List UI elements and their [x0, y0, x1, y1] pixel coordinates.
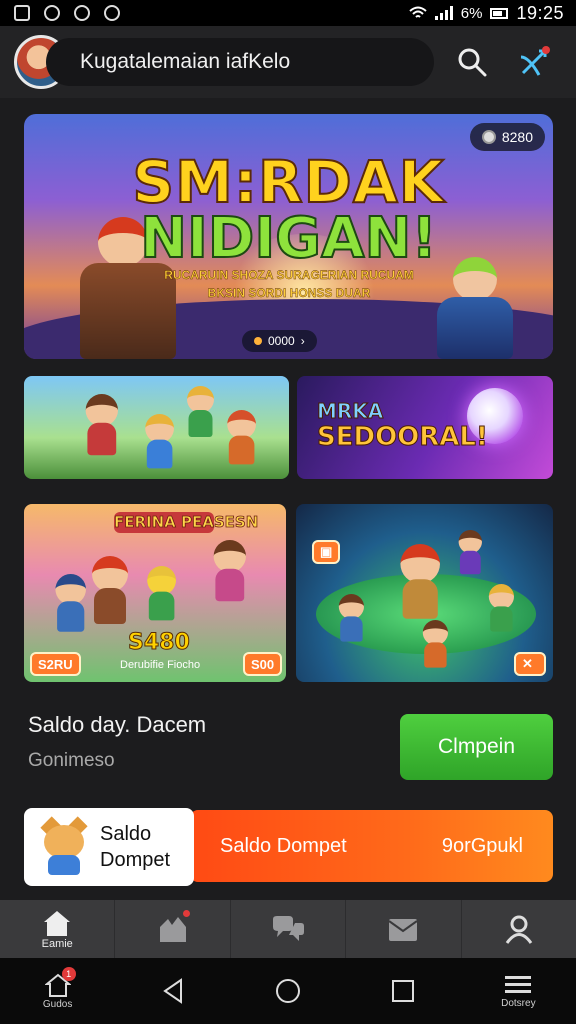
wifi-icon	[409, 6, 427, 18]
tile-character	[52, 574, 89, 632]
hero-subtitle: RUCARUIN SHOZA SURAGERIAN RUCUAM BKSIN S…	[164, 266, 414, 302]
wallet-card[interactable]: Saldo Dompet	[24, 808, 194, 886]
tile3-banner: FERINA PEASESN	[114, 512, 259, 533]
game-tile-sedooral[interactable]: MRKA SEDOORAL!	[297, 376, 553, 479]
header-title: Kugatalemaian iafKelo	[80, 50, 291, 73]
tile-character	[142, 414, 177, 469]
hero-subtitle-line2: BKSIN SORDI HONSS DUAR	[207, 286, 371, 300]
hero-page-text: 0000	[268, 334, 295, 348]
tile-character	[420, 620, 451, 668]
tile4-badge-right[interactable]: ✕	[514, 652, 546, 676]
nav-item-events[interactable]	[115, 900, 231, 958]
location-notification-icon	[104, 5, 120, 21]
coin-icon	[481, 130, 496, 144]
tile2-title-line1: MRKA	[317, 399, 384, 424]
system-recents-button[interactable]	[355, 978, 451, 1004]
system-back-button[interactable]	[125, 978, 221, 1004]
gift-icon: ▣	[320, 544, 333, 559]
tile-character	[184, 386, 217, 437]
signal-icon	[434, 6, 453, 20]
system-home-button[interactable]	[240, 977, 336, 1005]
search-button[interactable]	[448, 38, 496, 86]
game-tile-arena[interactable]: ▣ ✕	[296, 504, 553, 682]
primary-action-button[interactable]: Clmpein	[400, 714, 553, 780]
tile-character	[456, 530, 485, 575]
clock: 19:25	[516, 2, 564, 23]
tile-character	[396, 544, 444, 619]
tile-character	[210, 540, 250, 602]
wallet-bar[interactable]: Saldo Dompet 9orGpukl	[190, 810, 553, 882]
saldo-label: Saldo day. Dacem	[28, 712, 207, 737]
wallet-card-label: Saldo Dompet	[100, 823, 171, 871]
notification-dot	[183, 910, 191, 917]
system-nav-bar: 1 Gudos Dotsrey	[0, 958, 576, 1024]
battery-icon	[490, 7, 509, 19]
bow-button[interactable]	[510, 38, 558, 86]
bottom-nav: Eamie	[0, 900, 576, 958]
tile2-title: MRKA SEDOORAL!	[317, 398, 489, 452]
tile2-title-line2: SEDOORAL!	[317, 422, 489, 452]
recents-square-icon	[392, 980, 415, 1002]
app-header: Kugatalemaian iafKelo	[0, 26, 576, 98]
hero-chip-text: 8280	[501, 129, 533, 145]
back-triangle-icon	[163, 978, 182, 1004]
tile-character	[144, 566, 179, 621]
home-icon	[44, 910, 71, 936]
tile3-badge-right[interactable]: S00	[243, 652, 283, 676]
tile-character	[224, 410, 259, 465]
nav-label-home: Eamie	[41, 937, 73, 950]
tile3-caption: Derubifie Fiocho	[120, 659, 201, 671]
hero-subtitle-line1: RUCARUIN SHOZA SURAGERIAN RUCUAM	[164, 268, 414, 282]
tile4-badge-left[interactable]: ▣	[312, 540, 340, 564]
hero-pager[interactable]: 0000 ›	[242, 330, 317, 352]
game-tile-adventure[interactable]	[24, 376, 289, 479]
chevron-right-icon: ›	[300, 334, 305, 348]
pager-dot-icon	[254, 337, 262, 345]
tile-character	[88, 556, 132, 624]
tile-character	[336, 594, 367, 642]
message-notification-icon	[74, 5, 90, 21]
settings-notification-icon	[44, 5, 60, 21]
system-home-shortcut[interactable]: 1 Gudos	[10, 966, 106, 1010]
swords-icon: ✕	[522, 656, 533, 671]
profile-icon	[505, 915, 533, 944]
nav-item-profile[interactable]	[462, 900, 576, 958]
system-menu-label: Dotsrey	[501, 997, 536, 1009]
dog-mascot-icon	[38, 816, 90, 875]
search-icon	[458, 48, 487, 77]
wallet-bar-value: 9orGpukl	[441, 834, 523, 857]
menu-icon	[505, 975, 532, 993]
chat-icon	[273, 916, 305, 941]
header-title-pill[interactable]: Kugatalemaian iafKelo	[46, 38, 434, 86]
nav-item-home[interactable]: Eamie	[0, 900, 116, 958]
notification-badge: 1	[61, 966, 76, 981]
hero-banner[interactable]: 8280 SM:RDAK NIDIGAN! RUCARUIN SHOZA SUR…	[24, 114, 553, 359]
nav-item-inbox[interactable]	[346, 900, 462, 958]
castle-icon	[159, 917, 186, 942]
status-bar: 6% 19:25	[0, 0, 576, 26]
gallery-notification-icon	[14, 5, 30, 21]
tile-character	[82, 394, 122, 456]
inbox-icon	[388, 919, 419, 941]
game-tile-peasesn[interactable]: FERINA PEASESN S480 Derubifie Fiocho S2R…	[24, 504, 286, 682]
home-circle-icon	[275, 979, 300, 1003]
hero-coin-chip[interactable]: 8280	[469, 123, 545, 151]
system-menu-button[interactable]: Dotsrey	[470, 974, 566, 1009]
wallet-bar-label: Saldo Dompet	[220, 834, 347, 857]
system-home-label: Gudos	[42, 998, 73, 1010]
tile-character	[486, 584, 517, 632]
battery-percent: 6%	[460, 4, 483, 22]
hero-title-line2: NIDIGAN!	[139, 205, 438, 272]
tile3-badge-left[interactable]: S2RU	[30, 652, 81, 676]
saldo-sub: Gonimeso	[28, 750, 115, 771]
nav-item-chat[interactable]	[231, 900, 347, 958]
tile3-price: S480	[128, 630, 191, 656]
bow-arrow-icon	[520, 46, 550, 76]
